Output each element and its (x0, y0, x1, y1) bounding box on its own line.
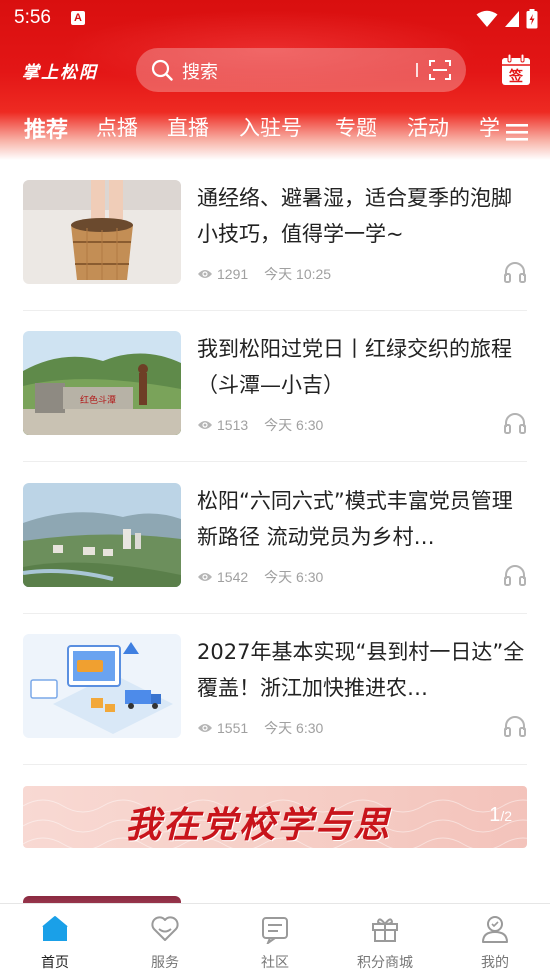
nav-service[interactable]: 服务 (110, 904, 220, 979)
view-count: 1542 (217, 569, 249, 585)
article-thumbnail-foot-bath (23, 180, 181, 284)
article-title: 通经络、避暑湿，适合夏季的泡脚小技巧，值得学一学~ (197, 186, 512, 246)
nav-label: 服务 (151, 955, 179, 971)
status-bar: 5:56 A (0, 0, 550, 38)
article-item[interactable]: 2027年基本实现“县到村一日达”全覆盖！浙江加快推进农… 1551 今天 6:… (0, 614, 550, 766)
tab-events[interactable]: 活动 (407, 112, 449, 142)
search-divider (416, 63, 418, 77)
publish-time: 今天 6:30 (264, 417, 324, 433)
article-item[interactable]: 通经络、避暑湿，适合夏季的泡脚小技巧，值得学一学~ 1291 今天 10:25 (0, 160, 550, 312)
nav-label: 我的 (481, 955, 509, 971)
tab-vod[interactable]: 点播 (96, 112, 138, 142)
tab-live[interactable]: 直播 (167, 112, 209, 142)
svg-text:红色斗潭: 红色斗潭 (80, 394, 116, 406)
article-thumbnail-monument: 红色斗潭 (23, 331, 181, 435)
promo-banner[interactable]: 我在党校学与思 1/2 (23, 786, 527, 848)
home-icon (42, 916, 68, 941)
publish-time: 今天 10:25 (264, 266, 332, 282)
article-meta: 1551 今天 6:30 (197, 718, 323, 738)
headphone-icon[interactable] (503, 412, 527, 434)
article-item[interactable]: 红色斗潭 我到松阳过党日丨红绿交织的旅程（斗潭—小吉） 1513 今天 6:30 (0, 311, 550, 463)
sign-in-label: 签 (508, 68, 524, 85)
headphone-icon[interactable] (503, 715, 527, 737)
view-count: 1513 (217, 417, 249, 433)
view-count: 1551 (217, 720, 249, 736)
nav-community[interactable]: 社区 (220, 904, 330, 979)
wifi-icon (476, 10, 498, 27)
article-thumbnail-town-view (23, 483, 181, 587)
scan-icon[interactable] (428, 59, 452, 81)
chat-icon (262, 917, 288, 944)
banner-title: 我在党校学与思 (125, 804, 392, 846)
article-title: 我到松阳过党日丨红绿交织的旅程（斗潭—小吉） (197, 337, 512, 397)
article-meta: 1291 今天 10:25 (197, 264, 331, 284)
nav-label: 积分商城 (357, 955, 413, 971)
search-placeholder: 搜索 (182, 62, 218, 83)
nav-points-mall[interactable]: 积分商城 (330, 904, 440, 979)
article-title: 松阳“六同六式”模式丰富党员管理新路径 流动党员为乡村… (197, 489, 513, 549)
search-box[interactable]: 搜索 (136, 48, 466, 92)
heart-icon (151, 916, 179, 941)
publish-time: 今天 6:30 (264, 720, 324, 736)
category-tabs: 推荐 点播 直播 入驻号 专题 活动 学 (0, 112, 550, 152)
banner-page-current: 1 (489, 804, 501, 826)
nav-profile[interactable]: 我的 (440, 904, 550, 979)
tab-topics[interactable]: 专题 (335, 112, 377, 142)
tab-study[interactable]: 学 (479, 112, 500, 142)
bottom-navigation: 首页 服务 社区 积分商城 我的 (0, 903, 550, 979)
user-icon (482, 916, 508, 943)
headphone-icon[interactable] (503, 564, 527, 586)
view-count-icon (198, 270, 212, 278)
article-meta: 1542 今天 6:30 (197, 567, 323, 587)
signal-icon (505, 11, 519, 27)
status-icons (476, 9, 538, 29)
search-icon (151, 59, 173, 81)
nav-label: 社区 (261, 955, 289, 971)
menu-icon[interactable] (506, 122, 528, 142)
article-item[interactable]: 松阳“六同六式”模式丰富党员管理新路径 流动党员为乡村… 1542 今天 6:3… (0, 463, 550, 615)
gift-icon (372, 918, 398, 942)
battery-icon (526, 9, 538, 29)
article-divider (23, 764, 527, 765)
status-time: 5:56 (14, 7, 51, 28)
nav-home[interactable]: 首页 (0, 904, 110, 979)
sign-in-calendar-icon[interactable]: 签 (501, 54, 531, 86)
banner-page-indicator: 1/2 (489, 804, 512, 827)
view-count-icon (198, 724, 212, 732)
publish-time: 今天 6:30 (264, 569, 324, 585)
article-thumbnail-logistics-illustration (23, 634, 181, 738)
article-meta: 1513 今天 6:30 (197, 415, 323, 435)
app-logo: 掌上松阳 (22, 63, 98, 83)
view-count-icon (198, 421, 212, 429)
article-title: 2027年基本实现“县到村一日达”全覆盖！浙江加快推进农… (197, 640, 525, 700)
nav-label: 首页 (41, 955, 69, 971)
view-count: 1291 (217, 266, 249, 282)
view-count-icon (198, 573, 212, 581)
tab-recommend[interactable]: 推荐 (24, 112, 68, 144)
tab-accounts[interactable]: 入驻号 (239, 112, 302, 142)
headphone-icon[interactable] (503, 261, 527, 283)
banner-page-total: /2 (500, 808, 512, 824)
app-screen: 5:56 A 掌上松阳 搜索 签 推荐 点播 直播 入驻号 专题 活动 学 通经… (0, 0, 550, 979)
notification-icon: A (71, 11, 85, 25)
article-divider (23, 461, 527, 462)
